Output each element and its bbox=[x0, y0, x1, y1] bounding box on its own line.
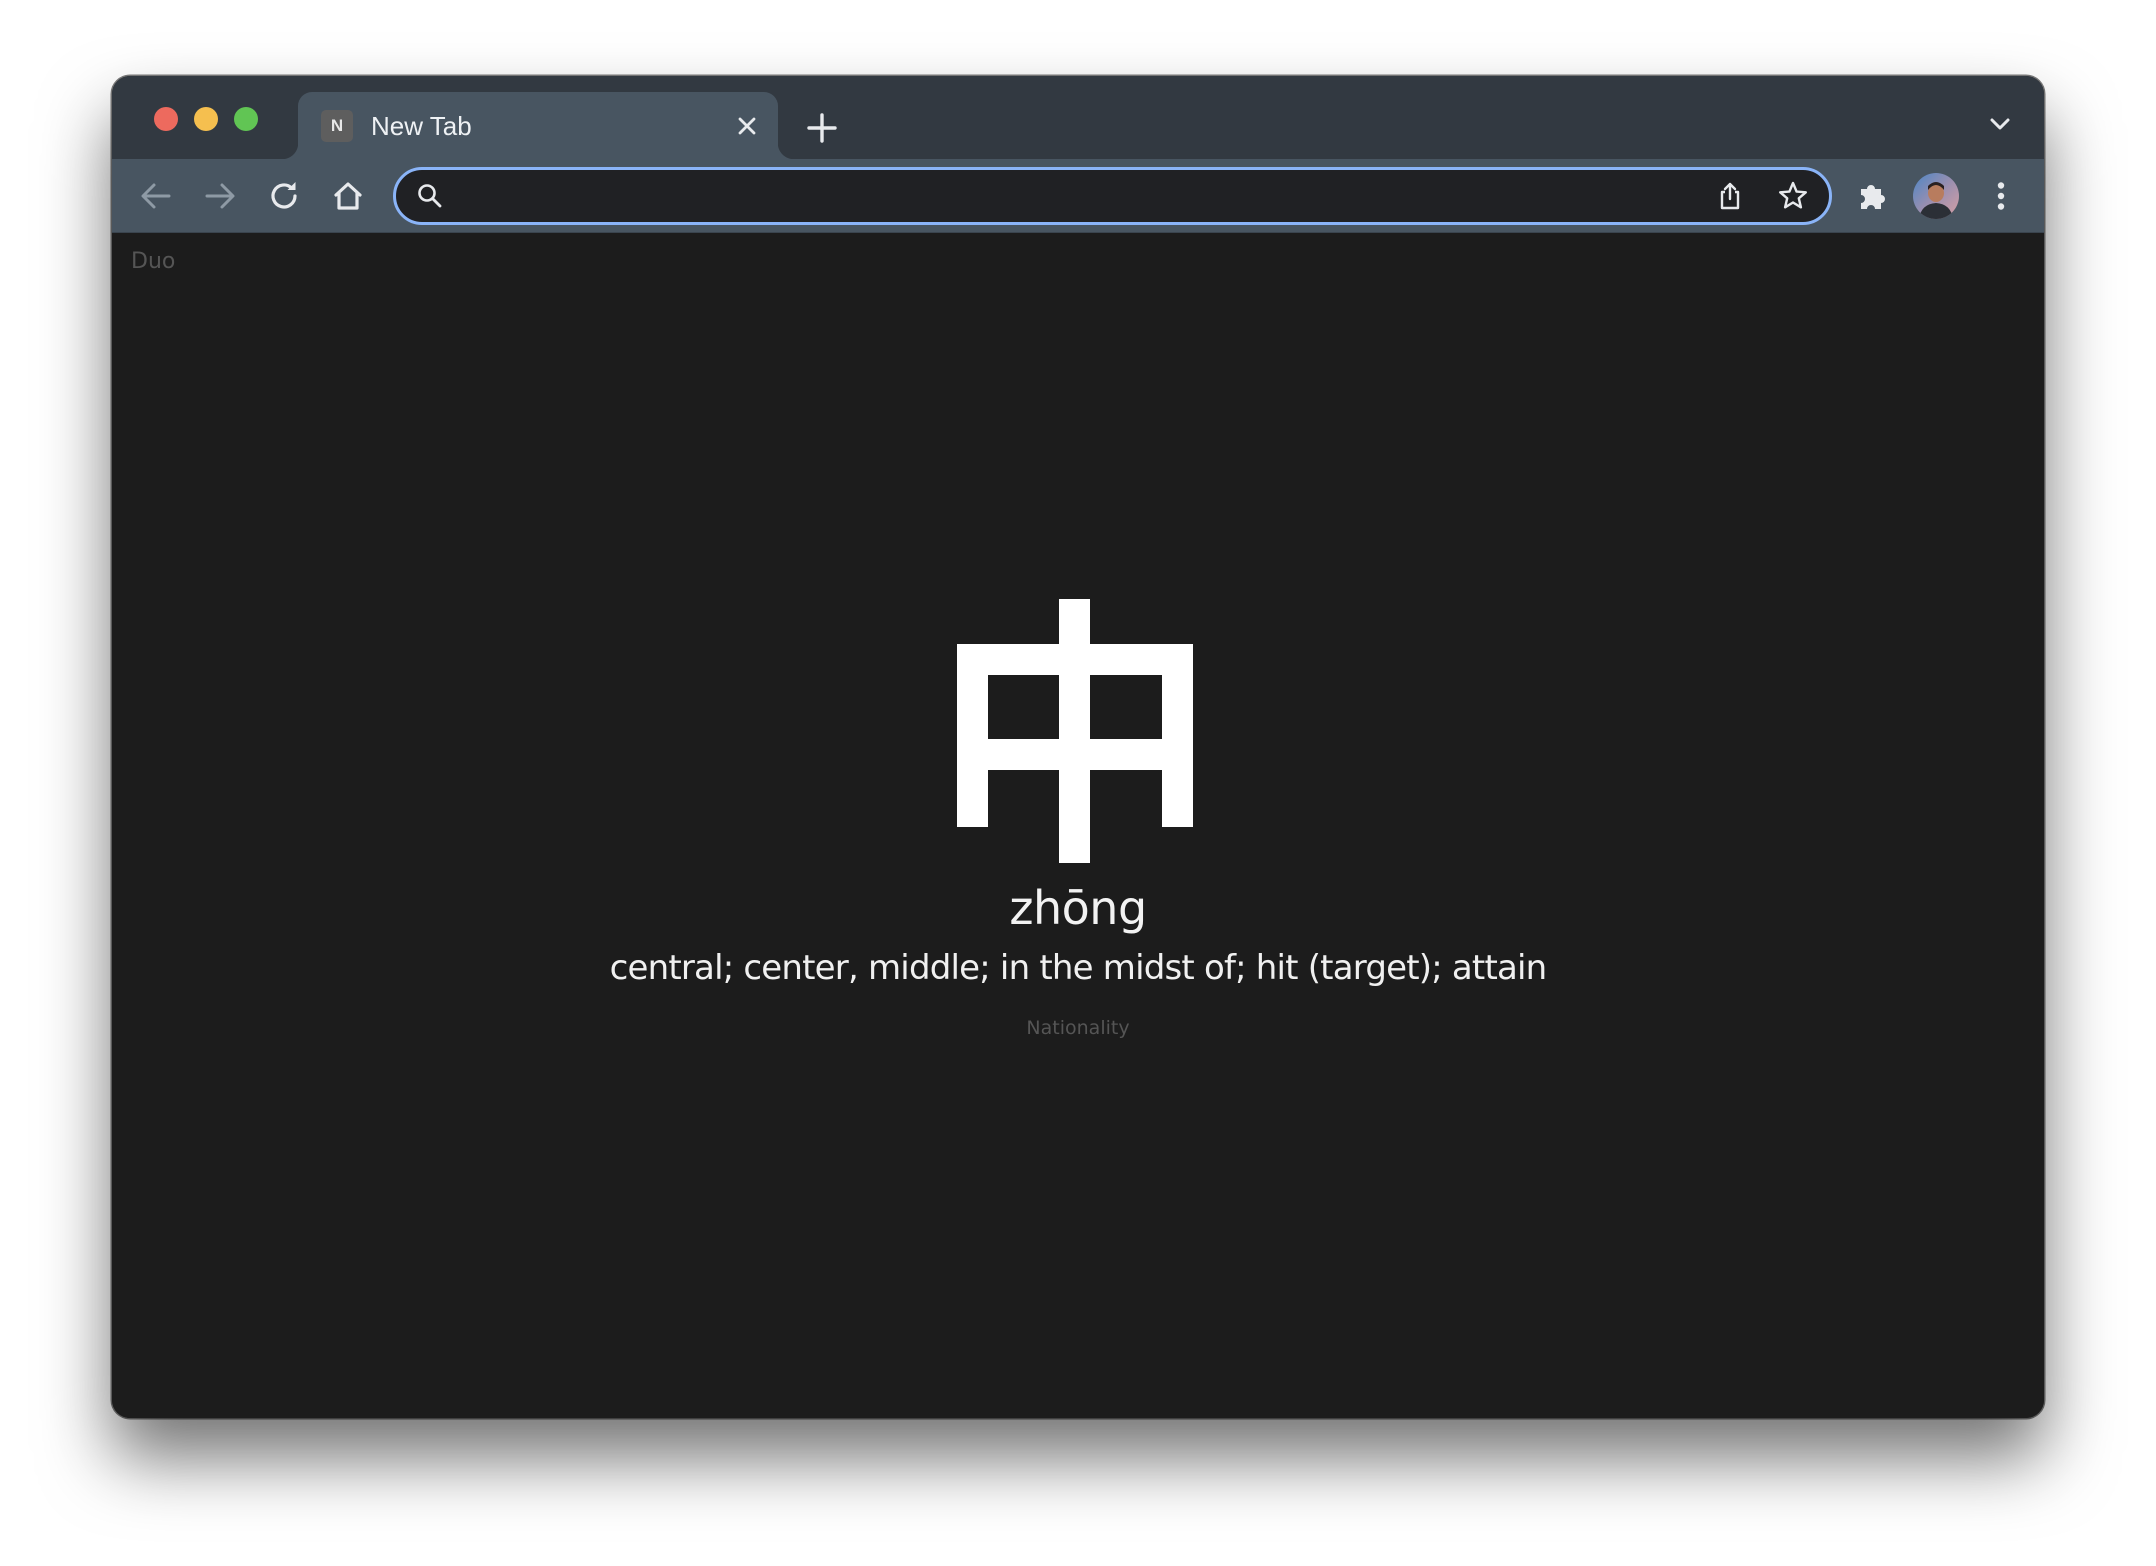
home-icon[interactable] bbox=[328, 176, 368, 216]
new-tab-page: Duo 中 zhōng central; center, middle; in … bbox=[112, 233, 2044, 1418]
tab-title: New Tab bbox=[371, 111, 472, 141]
pinyin-text: zhōng bbox=[1009, 881, 1147, 935]
search-icon bbox=[418, 184, 442, 208]
star-icon[interactable] bbox=[1776, 179, 1810, 213]
tab-favicon-icon: N bbox=[321, 110, 353, 142]
arrow-left-icon[interactable] bbox=[136, 176, 176, 216]
kebab-menu-icon[interactable] bbox=[1981, 176, 2021, 216]
brand-label: Duo bbox=[131, 249, 176, 274]
share-icon[interactable] bbox=[1714, 180, 1746, 212]
browser-window: N New Tab Duo zhōng central; center, mid… bbox=[112, 76, 2044, 1418]
window-close-button[interactable] bbox=[154, 107, 178, 131]
address-input[interactable] bbox=[458, 176, 1658, 216]
puzzle-icon[interactable] bbox=[1852, 176, 1892, 216]
tab-strip: N New Tab bbox=[112, 76, 2044, 159]
hanzi-character: 中 bbox=[957, 599, 1193, 863]
category-label: Nationality bbox=[1026, 1017, 1130, 1039]
tab-new-tab[interactable]: N New Tab bbox=[282, 92, 794, 159]
toolbar bbox=[112, 159, 2044, 233]
window-minimize-button[interactable] bbox=[194, 107, 218, 131]
reload-icon[interactable] bbox=[264, 176, 304, 216]
chevron-down-icon[interactable] bbox=[1985, 109, 2015, 139]
plus-icon[interactable] bbox=[804, 110, 840, 146]
arrow-right-icon[interactable] bbox=[200, 176, 240, 216]
avatar-image bbox=[1913, 173, 1959, 219]
avatar[interactable] bbox=[1913, 173, 1959, 219]
meaning-text: central; center, middle; in the midst of… bbox=[609, 948, 1548, 988]
close-icon[interactable] bbox=[733, 112, 761, 140]
window-zoom-button[interactable] bbox=[234, 107, 258, 131]
address-bar[interactable] bbox=[393, 167, 1832, 225]
